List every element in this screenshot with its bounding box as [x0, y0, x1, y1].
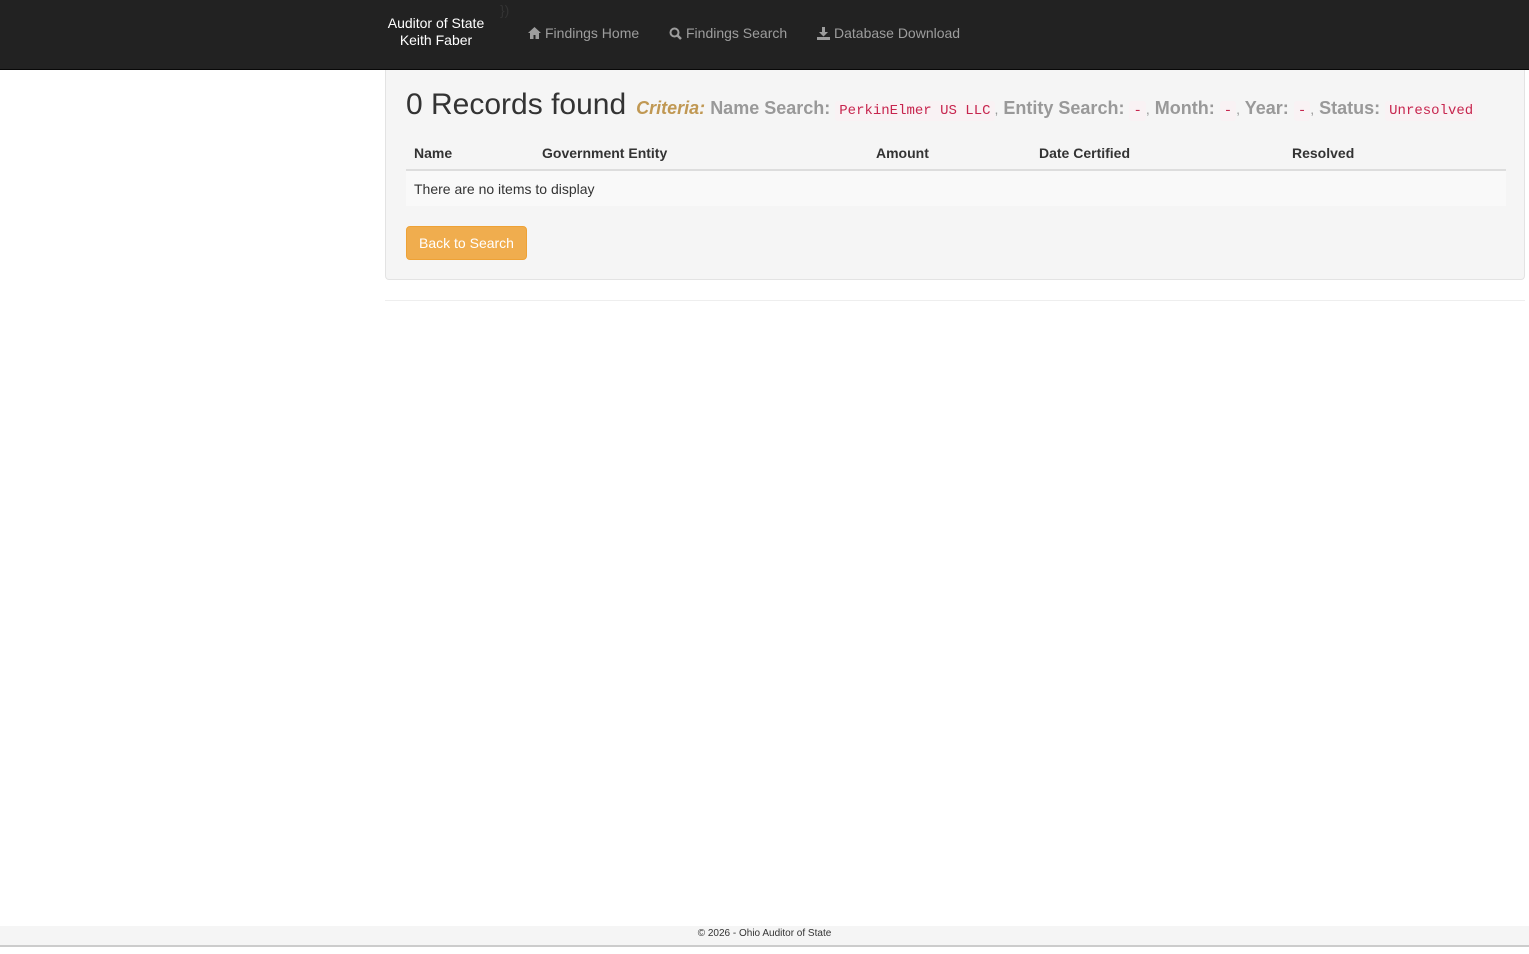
status-label: Status: — [1319, 98, 1381, 118]
month-value: - — [1219, 101, 1237, 121]
divider — [385, 300, 1525, 301]
brand-line-1: Auditor of State — [387, 15, 485, 31]
stray-text: }) — [500, 2, 510, 18]
column-header-date-certified[interactable]: Date Certified — [1031, 136, 1284, 171]
findings-table: Name Government Entity Amount Date Certi… — [406, 136, 1506, 206]
separator: , — [1145, 101, 1150, 117]
name-search-label: Name Search: — [710, 98, 831, 118]
empty-table-message: There are no items to display — [406, 170, 1506, 206]
column-header-resolved[interactable]: Resolved — [1284, 136, 1506, 171]
results-heading: 0 Records found Criteria: Name Search: P… — [406, 88, 1478, 122]
records-count: 0 Records found — [406, 88, 627, 121]
column-header-amount[interactable]: Amount — [868, 136, 1031, 171]
year-value: - — [1293, 101, 1311, 121]
navbar: Auditor of State Keith Faber }) Findings… — [0, 0, 1529, 70]
separator: , — [1310, 101, 1315, 117]
nav-database-download[interactable]: Database Download — [817, 25, 960, 41]
name-search-value: PerkinElmer US LLC — [835, 101, 995, 121]
entity-search-label: Entity Search: — [1003, 98, 1125, 118]
brand-line-2: Keith Faber — [399, 32, 473, 48]
nav-findings-search[interactable]: Findings Search — [669, 25, 787, 41]
month-label: Month: — [1154, 98, 1215, 118]
nav-findings-home[interactable]: Findings Home — [528, 25, 639, 41]
separator: , — [1236, 101, 1241, 117]
column-header-government-entity[interactable]: Government Entity — [534, 136, 868, 171]
year-label: Year: — [1244, 98, 1289, 118]
download-icon — [817, 26, 830, 40]
search-icon — [669, 27, 682, 40]
status-value: Unresolved — [1385, 101, 1478, 121]
brand-link[interactable]: Auditor of State Keith Faber — [380, 15, 492, 49]
nav-label: Findings Home — [545, 25, 640, 41]
results-panel: 0 Records found Criteria: Name Search: P… — [385, 70, 1525, 280]
nav-label: Findings Search — [686, 25, 788, 41]
criteria-label: Criteria: — [636, 98, 706, 118]
home-icon — [528, 27, 541, 39]
footer: © 2026 - Ohio Auditor of State — [0, 926, 1529, 947]
back-to-search-button[interactable]: Back to Search — [406, 226, 527, 260]
column-header-name[interactable]: Name — [406, 136, 534, 171]
separator: , — [994, 101, 999, 117]
criteria: Criteria: Name Search: PerkinElmer US LL… — [636, 98, 1478, 121]
entity-search-value: - — [1129, 101, 1146, 121]
nav-label: Database Download — [834, 25, 961, 41]
